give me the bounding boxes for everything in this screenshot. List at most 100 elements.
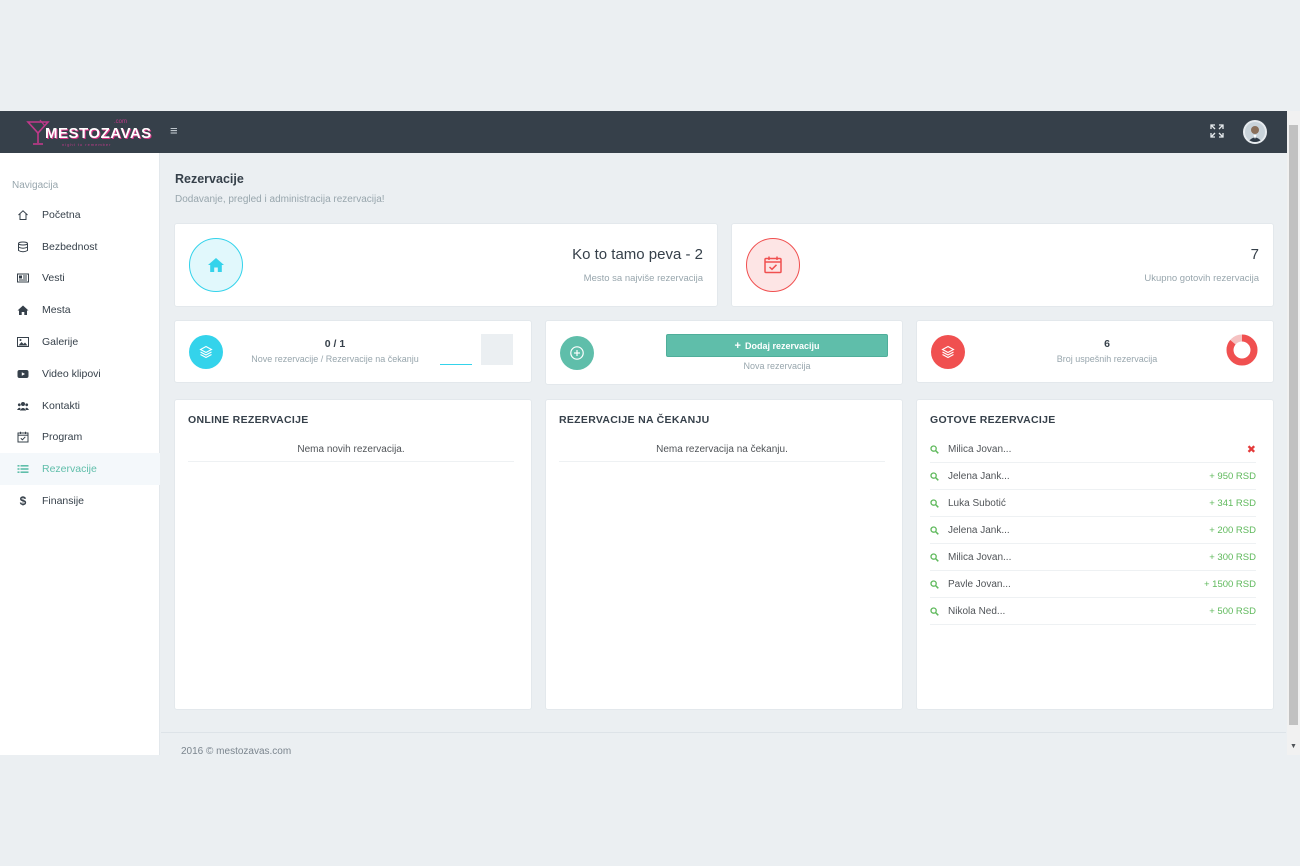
home-icon xyxy=(208,258,224,272)
new-pending-card: 0 / 1 Nove rezervacije / Rezervacije na … xyxy=(174,320,532,383)
image-icon xyxy=(17,336,29,348)
plus-circle-icon xyxy=(570,346,584,360)
total-done-value: 7 xyxy=(1250,246,1259,263)
list-item[interactable]: Jelena Jank... + 950 RSD xyxy=(930,463,1256,490)
successful-card: 6 Broj uspešnih rezervacija xyxy=(916,320,1274,383)
guest-name: Pavle Jovan... xyxy=(948,578,1011,590)
list-item[interactable]: Jelena Jank... + 200 RSD xyxy=(930,517,1256,544)
successful-value: 6 xyxy=(1104,338,1110,350)
success-ratio-donut xyxy=(1226,334,1258,366)
done-reservations-panel: GOTOVE REZERVACIJE Milica Jovan... ✖ Jel… xyxy=(916,399,1274,710)
successful-label: Broj uspešnih rezervacija xyxy=(1056,354,1158,364)
search-icon[interactable] xyxy=(930,444,940,454)
sidebar-item-label: Kontakti xyxy=(42,399,80,412)
list-item[interactable]: Milica Jovan... ✖ xyxy=(930,436,1256,463)
sidebar-item-pocetna[interactable]: Početna xyxy=(0,199,160,231)
new-reservation-icon-circle xyxy=(560,336,594,370)
new-pending-label: Nove rezervacije / Rezervacije na čekanj… xyxy=(251,354,419,364)
search-icon[interactable] xyxy=(930,552,940,562)
page-scrollbar[interactable]: ▼ xyxy=(1287,111,1300,755)
sidebar-item-label: Program xyxy=(42,431,83,444)
layers-icon xyxy=(941,345,955,359)
online-reservations-panel: ONLINE REZERVACIJE Nema novih rezervacij… xyxy=(174,399,532,710)
amount: + 1500 RSD xyxy=(1203,578,1256,590)
page-subtitle: Dodavanje, pregled i administracija reze… xyxy=(175,194,385,205)
guest-name: Milica Jovan... xyxy=(948,551,1012,563)
sidebar-item-video-klipovi[interactable]: Video klipovi xyxy=(0,358,160,390)
top-place-card: Ko to tamo peva - 2 Mesto sa najviše rez… xyxy=(174,223,718,307)
search-icon[interactable] xyxy=(930,498,940,508)
page-title: Rezervacije xyxy=(175,172,244,186)
brand-logo[interactable]: MESTOZAVAS .com night to remember xyxy=(26,119,151,147)
sidebar-item-kontakti[interactable]: Kontakti xyxy=(0,390,160,422)
guest-name: Milica Jovan... xyxy=(948,443,1012,455)
home-icon xyxy=(17,304,29,316)
plus-icon: + xyxy=(734,339,741,352)
sidebar-item-label: Mesta xyxy=(42,304,71,317)
pending-empty-message: Nema rezervacija na čekanju. xyxy=(559,439,885,462)
hamburger-icon[interactable]: ≡ xyxy=(170,124,182,137)
mini-chart-placeholder xyxy=(481,334,513,365)
guest-name: Jelena Jank... xyxy=(948,470,1010,482)
new-reservation-label: Nova rezervacija xyxy=(743,361,811,371)
home-outline-icon xyxy=(17,209,29,221)
sidebar-item-program[interactable]: Program xyxy=(0,422,160,454)
youtube-icon xyxy=(17,368,29,380)
calendar-check-icon xyxy=(764,256,782,274)
search-icon[interactable] xyxy=(930,471,940,481)
new-reservation-card: + Dodaj rezervaciju Nova rezervacija xyxy=(545,320,903,385)
sidebar-item-label: Početna xyxy=(42,208,81,221)
add-reservation-button[interactable]: + Dodaj rezervaciju xyxy=(666,334,888,357)
expand-icon[interactable] xyxy=(1210,124,1224,138)
brand-suffix: .com xyxy=(114,119,128,125)
new-pending-value: 0 / 1 xyxy=(324,338,346,350)
topbar: MESTOZAVAS .com night to remember ≡ xyxy=(0,111,1300,153)
sidebar-item-label: Video klipovi xyxy=(42,367,101,380)
footer-text: 2016 © mestozavas.com xyxy=(181,746,292,755)
sidebar-item-vesti[interactable]: Vesti xyxy=(0,263,160,295)
list-item[interactable]: Luka Subotić + 341 RSD xyxy=(930,490,1256,517)
sidebar-item-mesta[interactable]: Mesta xyxy=(0,294,160,326)
guest-name: Jelena Jank... xyxy=(948,524,1010,536)
scrollbar-thumb[interactable] xyxy=(1289,125,1298,725)
cancelled-icon[interactable]: ✖ xyxy=(1247,443,1256,456)
amount: + 341 RSD xyxy=(1209,497,1256,509)
amount: + 300 RSD xyxy=(1209,551,1256,563)
add-reservation-label: Dodaj rezervaciju xyxy=(744,340,820,351)
amount: + 200 RSD xyxy=(1209,524,1256,536)
amount: + 500 RSD xyxy=(1209,605,1256,617)
scroll-down-arrow-icon[interactable]: ▼ xyxy=(1290,743,1297,750)
search-icon[interactable] xyxy=(930,579,940,589)
calendar-check-icon xyxy=(17,431,29,443)
sidebar-item-bezbednost[interactable]: Bezbednost xyxy=(0,231,160,263)
search-icon[interactable] xyxy=(930,606,940,616)
pending-reservations-panel: REZERVACIJE NA ČEKANJU Nema rezervacija … xyxy=(545,399,903,710)
total-done-label: Ukupno gotovih rezervacija xyxy=(1144,273,1259,284)
done-panel-title: GOTOVE REZERVACIJE xyxy=(930,414,1056,426)
sidebar-item-label: Rezervacije xyxy=(42,463,97,476)
sidebar-item-galerije[interactable]: Galerije xyxy=(0,326,160,358)
layers-icon xyxy=(199,345,213,359)
done-list: Milica Jovan... ✖ Jelena Jank... + 950 R… xyxy=(930,436,1256,625)
sidebar-item-finansije[interactable]: $ Finansije xyxy=(0,485,160,517)
user-avatar[interactable] xyxy=(1243,120,1267,144)
sidebar: Navigacija Početna Bezbednost Vesti Mest… xyxy=(0,153,160,755)
newspaper-icon xyxy=(17,272,29,284)
main-content: Rezervacije Dodavanje, pregled i adminis… xyxy=(161,153,1286,755)
top-place-label: Mesto sa najviše rezervacija xyxy=(583,273,703,284)
successful-icon-circle xyxy=(931,335,965,369)
guest-name: Nikola Ned... xyxy=(948,605,1006,617)
guest-name: Luka Subotić xyxy=(948,497,1006,509)
sidebar-item-rezervacije[interactable]: Rezervacije xyxy=(0,453,160,486)
new-pending-icon-circle xyxy=(189,335,223,369)
search-icon[interactable] xyxy=(930,525,940,535)
total-done-card: 7 Ukupno gotovih rezervacija xyxy=(731,223,1274,307)
brand-tagline: night to remember xyxy=(62,142,112,147)
list-item[interactable]: Pavle Jovan... + 1500 RSD xyxy=(930,571,1256,598)
sidebar-item-label: Galerije xyxy=(42,336,79,349)
sidebar-item-label: Vesti xyxy=(42,272,65,285)
list-item[interactable]: Nikola Ned... + 500 RSD xyxy=(930,598,1256,625)
dollar-icon: $ xyxy=(19,494,27,509)
list-item[interactable]: Milica Jovan... + 300 RSD xyxy=(930,544,1256,571)
total-done-icon-circle xyxy=(746,238,800,292)
